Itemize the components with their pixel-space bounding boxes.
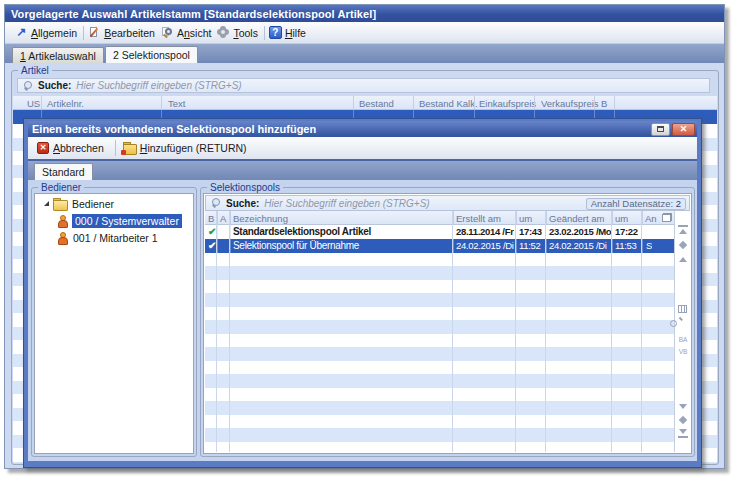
selektionspools-panel: Suche: Hier Suchbegriff eingeben (STRG+S… xyxy=(203,193,692,454)
main-content: Artikel Suche: Hier Suchbegriff eingeben… xyxy=(5,63,724,468)
search-label: Suche: xyxy=(38,80,71,91)
tab-selektionspool[interactable]: 2 Selektionspool xyxy=(105,46,198,63)
cancel-icon: ✕ xyxy=(37,142,49,154)
window-title: Vorgelagerte Auswahl Artikelstamm [Stand… xyxy=(11,8,376,20)
pools-search-bar[interactable]: Suche: Hier Suchbegriff eingeben (STRG+S… xyxy=(205,195,690,211)
dialog-tabband: Standard xyxy=(28,161,697,180)
column-header-einkaufspreis[interactable]: Einkaufspreis xyxy=(479,98,536,109)
selektionspools-group: Selektionspools Suche: Hier Suchbegriff … xyxy=(200,187,695,457)
dialog-selektionspool-hinzufuegen: Einen bereits vorhandenen Selektionspool… xyxy=(23,118,702,468)
go-last-icon[interactable] xyxy=(678,428,688,438)
menubar: ↗ Allgemein Bearbeiten Ansicht Tools ? H… xyxy=(5,22,724,44)
magnifier-document-icon xyxy=(161,26,174,39)
down-icon[interactable] xyxy=(678,402,688,412)
checked-icon: ✔ xyxy=(208,226,216,237)
filter-icon[interactable]: VB xyxy=(678,347,688,357)
sort-icon[interactable]: BA xyxy=(678,335,688,345)
column-header-us[interactable]: US xyxy=(27,98,40,109)
menu-ansicht[interactable]: Ansicht xyxy=(159,25,215,40)
main-tabband: 1 Artikelauswahl 2 Selektionspool xyxy=(5,44,724,63)
menu-bearbeiten[interactable]: Bearbeiten xyxy=(86,25,159,40)
person-icon xyxy=(57,232,68,244)
dialog-close-button[interactable]: ✕ xyxy=(672,123,695,136)
pools-rows-area xyxy=(205,253,674,452)
move-up-icon[interactable] xyxy=(678,240,688,250)
selektionspools-group-label: Selektionspools xyxy=(207,182,283,193)
move-down-icon[interactable] xyxy=(678,415,688,425)
edit-icon xyxy=(88,26,101,39)
column-header-an[interactable]: An xyxy=(645,213,657,224)
artikel-group-label: Artikel xyxy=(18,65,52,76)
column-header-bestand-kalk[interactable]: Bestand Kalk. xyxy=(419,98,478,109)
dialog-title: Einen bereits vorhandenen Selektionspool… xyxy=(32,123,651,135)
dialog-restore-button[interactable] xyxy=(651,123,670,136)
tree-item-systemverwalter[interactable]: 000 / Systemverwalter xyxy=(35,213,193,228)
pool-row-1[interactable]: ✔ Standardselektionspool Artikel 28.11.2… xyxy=(205,225,674,239)
screen: Vorgelagerte Auswahl Artikelstamm [Stand… xyxy=(0,0,738,488)
window-titlebar[interactable]: Vorgelagerte Auswahl Artikelstamm [Stand… xyxy=(5,5,724,22)
pools-table-header: B A Bezeichnung Erstellt am um Geändert … xyxy=(205,211,674,225)
column-header-a[interactable]: A xyxy=(220,213,226,224)
menu-separator xyxy=(83,26,84,40)
gear-icon xyxy=(217,26,230,39)
tree-expanded-icon[interactable] xyxy=(44,201,49,206)
column-header-um1[interactable]: um xyxy=(519,213,532,224)
column-header-bezeichnung[interactable]: Bezeichnung xyxy=(233,213,288,224)
checked-icon: ✔ xyxy=(208,240,216,251)
column-header-artikelnr[interactable]: Artikelnr. xyxy=(47,98,84,109)
search-icon xyxy=(211,198,221,208)
folder-icon xyxy=(53,198,67,209)
artikel-table-header: US Artikelnr. Text Bestand Bestand Kalk.… xyxy=(13,96,717,110)
pool-row-2-selected[interactable]: ✔ Selektionspool für Übernahme 24.02.201… xyxy=(205,239,674,253)
menu-separator xyxy=(264,26,265,40)
column-header-verkaufspreis[interactable]: Verkaufspreis xyxy=(541,98,599,109)
menu-allgemein[interactable]: ↗ Allgemein xyxy=(13,25,81,40)
dialog-toolbar: ✕ Abbrechen Hinzufügen (RETURN) xyxy=(28,137,697,159)
column-header-b[interactable]: B xyxy=(208,213,214,224)
bediener-group: Bediener Bediener 000 / Systemverwalter xyxy=(31,187,197,457)
dialog-titlebar[interactable]: Einen bereits vorhandenen Selektionspool… xyxy=(28,121,697,137)
add-folder-icon xyxy=(122,142,136,154)
column-header-text[interactable]: Text xyxy=(168,98,185,109)
search-icon xyxy=(23,81,33,91)
person-icon xyxy=(57,215,68,227)
toolbar-separator xyxy=(115,140,116,156)
menu-tools[interactable]: Tools xyxy=(215,25,262,40)
column-chooser-icon[interactable] xyxy=(662,213,672,222)
tree-root-bediener[interactable]: Bediener xyxy=(35,196,193,211)
tree-item-mitarbeiter1[interactable]: 001 / Mitarbeiter 1 xyxy=(35,230,193,245)
column-header-b[interactable]: B xyxy=(601,98,607,109)
tab-standard[interactable]: Standard xyxy=(34,163,93,180)
app-window: Vorgelagerte Auswahl Artikelstamm [Stand… xyxy=(4,4,725,469)
bediener-tree-panel: Bediener 000 / Systemverwalter 001 / Mit… xyxy=(34,193,194,454)
search-placeholder: Hier Suchbegriff eingeben (STRG+S) xyxy=(76,80,241,91)
tab-artikelauswahl[interactable]: 1 Artikelauswahl xyxy=(12,47,104,63)
arrow-north-east-icon: ↗ xyxy=(15,26,28,39)
abbrechen-button[interactable]: ✕ Abbrechen xyxy=(37,142,109,154)
dialog-body: Bediener Bediener 000 / Systemverwalter xyxy=(28,180,697,461)
column-header-bestand[interactable]: Bestand xyxy=(359,98,394,109)
menu-hilfe[interactable]: ? Hilfe xyxy=(267,25,310,40)
go-first-icon[interactable] xyxy=(678,225,688,235)
bediener-group-label: Bediener xyxy=(38,182,84,193)
table-side-toolbar: BA VB xyxy=(674,211,690,452)
column-header-geaendert-am[interactable]: Geändert am xyxy=(549,213,604,224)
column-header-erstellt-am[interactable]: Erstellt am xyxy=(456,213,501,224)
artikel-search-bar[interactable]: Suche: Hier Suchbegriff eingeben (STRG+S… xyxy=(17,78,710,93)
up-icon[interactable] xyxy=(678,255,688,265)
columns-icon[interactable] xyxy=(678,305,687,313)
column-header-um2[interactable]: um xyxy=(615,213,628,224)
record-count: Anzahl Datensätze: 2 xyxy=(586,198,686,210)
help-icon: ? xyxy=(269,26,282,39)
hinzufuegen-button[interactable]: Hinzufügen (RETURN) xyxy=(122,142,252,154)
